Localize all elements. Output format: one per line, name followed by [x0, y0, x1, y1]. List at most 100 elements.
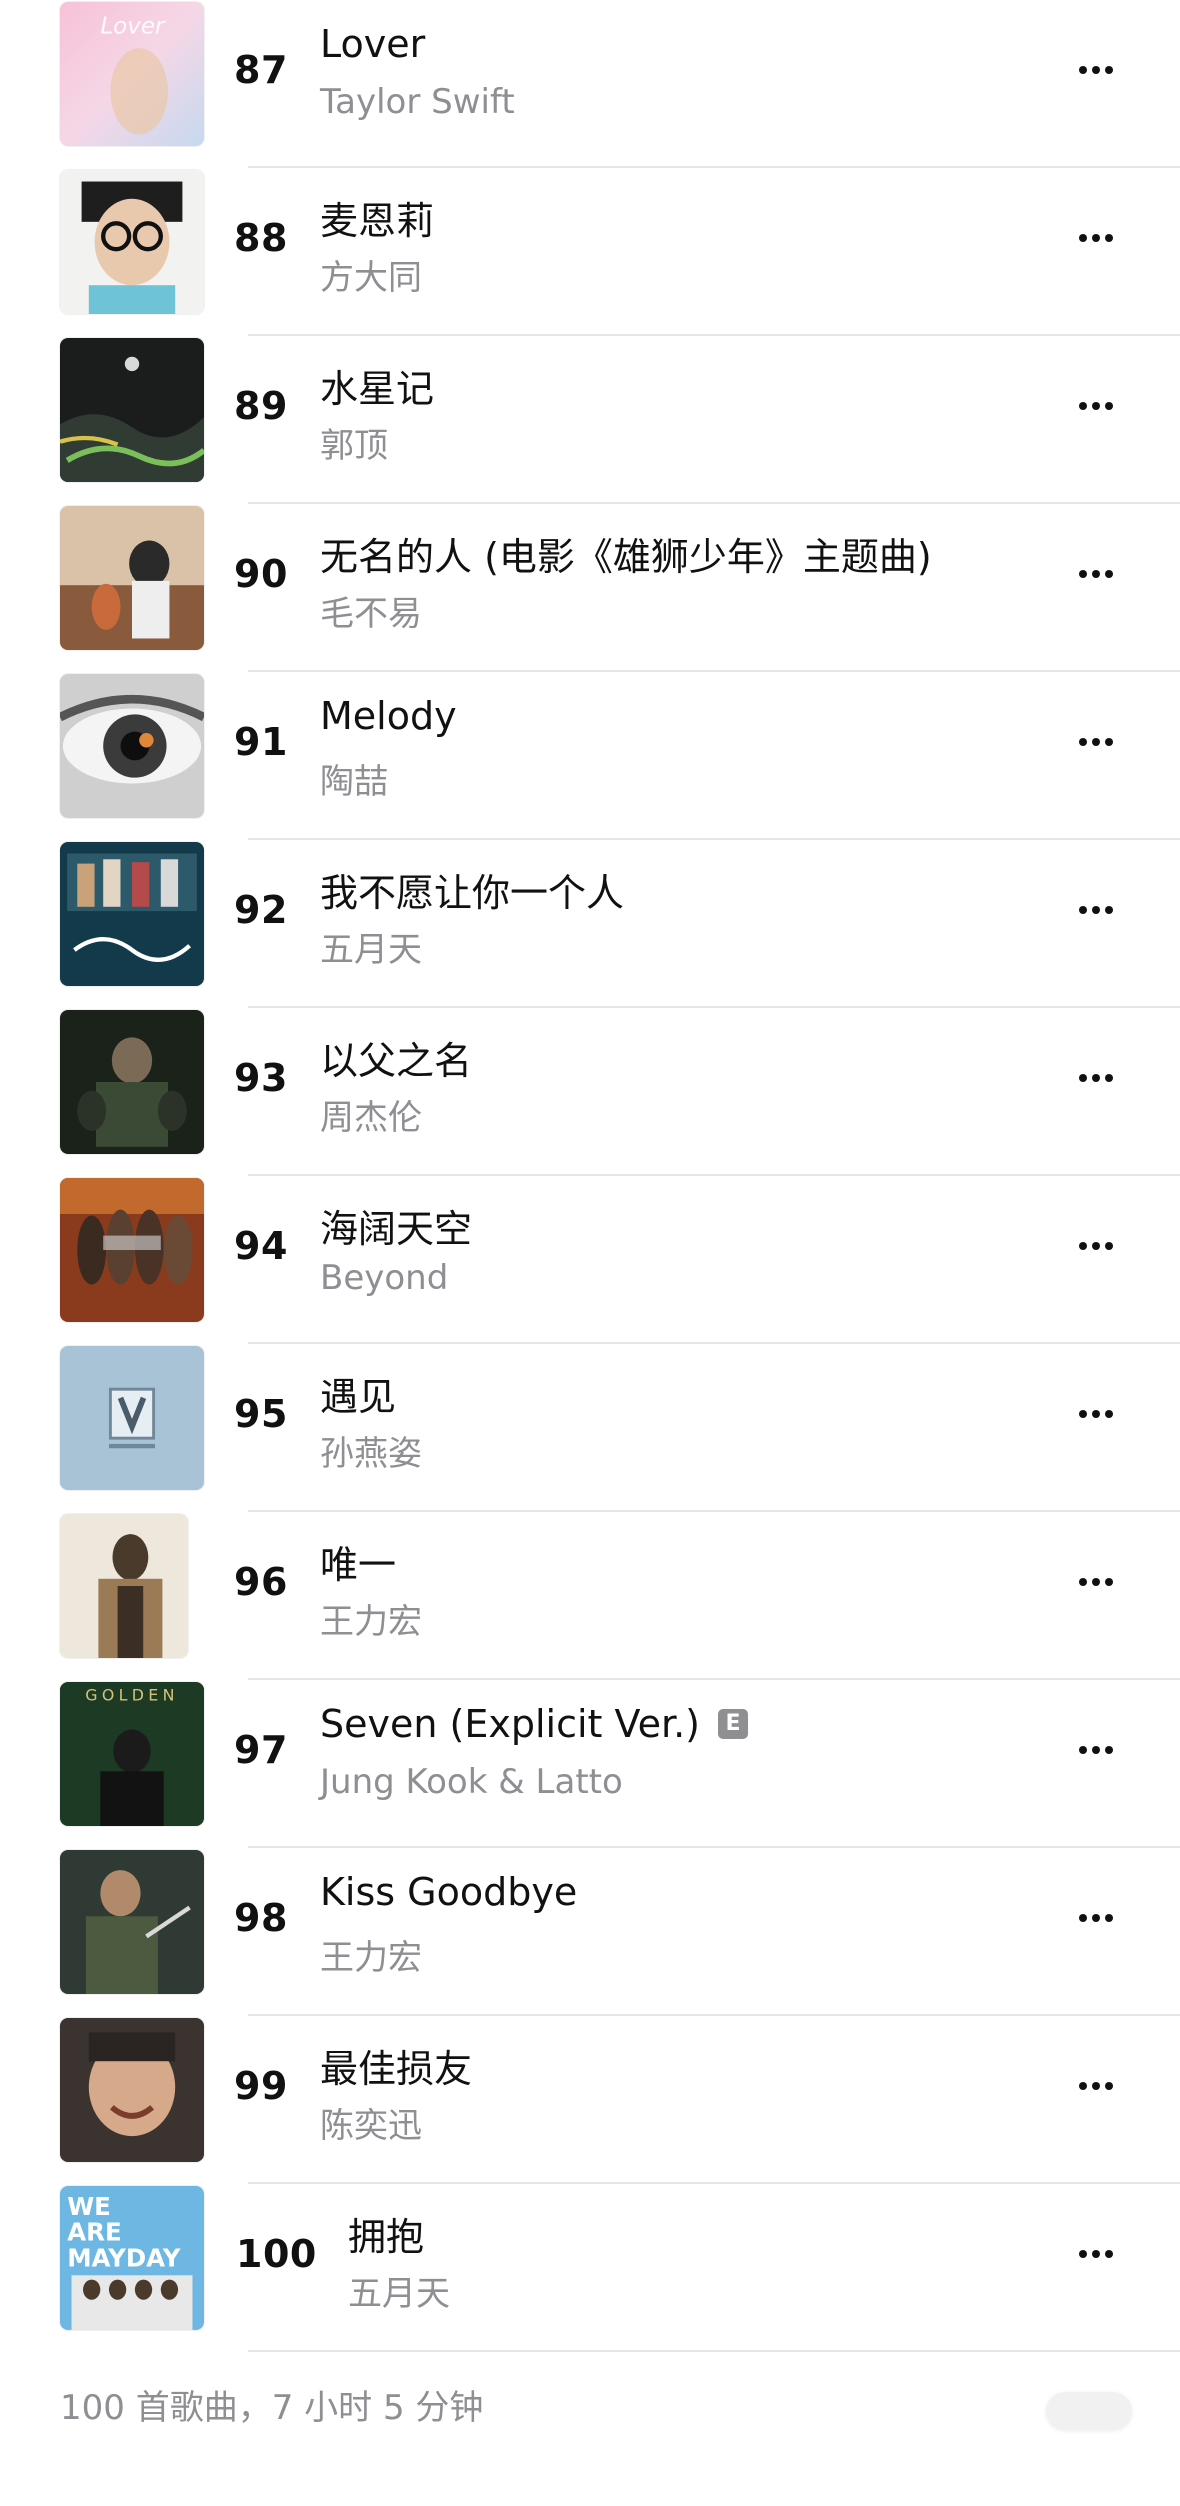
- more-options-button[interactable]: [1068, 378, 1124, 434]
- song-title[interactable]: 我不愿让你一个人: [320, 862, 624, 917]
- song-title-text: 以父之名: [320, 1039, 473, 1083]
- playlist-summary: 100 首歌曲，7 小时 5 分钟: [60, 2388, 484, 2428]
- song-row-99[interactable]: 99 最佳损友 陈奕迅: [0, 2016, 1180, 2184]
- song-row-96[interactable]: 96 唯一 王力宏: [0, 1512, 1180, 1680]
- song-artist[interactable]: 王力宏: [320, 1930, 422, 1979]
- song-title[interactable]: 遇见: [320, 1366, 396, 1421]
- rank-number: 94: [234, 1224, 288, 1268]
- song-artist[interactable]: 陶喆: [320, 754, 388, 803]
- song-row-88[interactable]: 88 麦恩莉 方大同: [0, 168, 1180, 336]
- album-art-we-are-mayday: WE ARE MAYDAY: [60, 2186, 204, 2330]
- song-list: Lover 87 Lover Taylor Swift 88 麦恩莉 方大同 8…: [0, 0, 1180, 2352]
- song-title-text: 麦恩莉: [320, 199, 435, 243]
- song-row-98[interactable]: 98 Kiss Goodbye 王力宏: [0, 1848, 1180, 2016]
- more-options-button[interactable]: [1068, 2226, 1124, 2282]
- rank-number: 100: [236, 2232, 317, 2276]
- album-art-zui-jia-sun-you: [60, 2018, 204, 2162]
- rank-number: 90: [234, 552, 288, 596]
- album-art-wu-ming-de-ren: [60, 506, 204, 650]
- svg-text:ARE: ARE: [67, 2218, 122, 2247]
- row-divider: [248, 2350, 1180, 2352]
- more-options-button[interactable]: [1068, 1722, 1124, 1778]
- ellipsis-icon: [1079, 234, 1087, 242]
- album-art-lover: Lover: [60, 2, 204, 146]
- more-options-button[interactable]: [1068, 1890, 1124, 1946]
- song-title[interactable]: 无名的人 (电影《雄狮少年》主题曲): [320, 526, 932, 581]
- song-title[interactable]: 麦恩莉: [320, 190, 434, 245]
- song-title[interactable]: Lover: [320, 22, 425, 66]
- ellipsis-icon: [1079, 1914, 1087, 1922]
- svg-text:Lover: Lover: [100, 14, 166, 40]
- more-options-button[interactable]: [1068, 2058, 1124, 2114]
- ellipsis-icon: [1079, 66, 1087, 74]
- song-row-90[interactable]: 90 无名的人 (电影《雄狮少年》主题曲) 毛不易: [0, 504, 1180, 672]
- song-title[interactable]: Kiss Goodbye: [320, 1870, 577, 1914]
- song-row-94[interactable]: 94 海阔天空 Beyond: [0, 1176, 1180, 1344]
- rank-number: 87: [234, 48, 288, 92]
- song-row-95[interactable]: 95 遇见 孙燕姿: [0, 1344, 1180, 1512]
- song-row-100[interactable]: WE ARE MAYDAY 100 拥抱 五月天: [0, 2184, 1180, 2352]
- song-title[interactable]: 唯一: [320, 1534, 396, 1589]
- more-options-button[interactable]: [1068, 1050, 1124, 1106]
- song-title[interactable]: Seven (Explicit Ver.) E: [320, 1702, 748, 1746]
- song-row-89[interactable]: 89 水星记 郭顶: [0, 336, 1180, 504]
- song-title-text: 海阔天空: [320, 1207, 473, 1251]
- rank-number: 95: [234, 1392, 288, 1436]
- ellipsis-icon: [1079, 738, 1087, 746]
- rank-number: 96: [234, 1560, 288, 1604]
- album-art-yu-jian: [60, 1346, 204, 1490]
- song-artist[interactable]: Jung Kook & Latto: [320, 1762, 623, 1802]
- song-artist[interactable]: 毛不易: [320, 586, 422, 635]
- song-title-text: 水星记: [320, 367, 435, 411]
- ellipsis-icon: [1079, 2250, 1087, 2258]
- ellipsis-icon: [1079, 1410, 1087, 1418]
- more-options-button[interactable]: [1068, 210, 1124, 266]
- more-options-button[interactable]: [1068, 1218, 1124, 1274]
- song-artist[interactable]: Beyond: [320, 1258, 448, 1298]
- song-title-text: Kiss Goodbye: [320, 1870, 578, 1914]
- song-title[interactable]: 最佳损友: [320, 2038, 472, 2093]
- more-options-button[interactable]: [1068, 1386, 1124, 1442]
- song-title-text: 拥抱: [348, 2215, 425, 2259]
- song-artist[interactable]: 方大同: [320, 250, 422, 299]
- song-row-92[interactable]: 92 我不愿让你一个人 五月天: [0, 840, 1180, 1008]
- song-title[interactable]: 水星记: [320, 358, 434, 413]
- album-art-kiss-goodbye: [60, 1850, 204, 1994]
- rank-number: 98: [234, 1896, 288, 1940]
- song-artist[interactable]: 周杰伦: [320, 1090, 422, 1139]
- song-title-text: 我不愿让你一个人: [320, 871, 625, 915]
- more-options-button[interactable]: [1068, 714, 1124, 770]
- song-artist[interactable]: 王力宏: [320, 1594, 422, 1643]
- song-artist[interactable]: Taylor Swift: [320, 82, 515, 122]
- ellipsis-icon: [1079, 570, 1087, 578]
- rank-number: 88: [234, 216, 288, 260]
- svg-text:MAYDAY: MAYDAY: [67, 2244, 181, 2273]
- more-options-button[interactable]: [1068, 42, 1124, 98]
- song-title-text: 唯一: [320, 1543, 397, 1587]
- rank-number: 91: [234, 720, 288, 764]
- more-options-button[interactable]: [1068, 1554, 1124, 1610]
- song-artist[interactable]: 郭顶: [320, 418, 388, 467]
- song-row-93[interactable]: 93 以父之名 周杰伦: [0, 1008, 1180, 1176]
- ellipsis-icon: [1079, 1746, 1087, 1754]
- song-artist[interactable]: 孙燕姿: [320, 1426, 422, 1475]
- song-title[interactable]: Melody: [320, 694, 457, 738]
- album-art-mai-en-li: [60, 170, 204, 314]
- song-title-text: 遇见: [320, 1375, 397, 1419]
- more-options-button[interactable]: [1068, 882, 1124, 938]
- song-artist[interactable]: 陈奕迅: [320, 2098, 422, 2147]
- song-artist[interactable]: 五月天: [320, 922, 422, 971]
- more-options-button[interactable]: [1068, 546, 1124, 602]
- song-artist[interactable]: 五月天: [348, 2266, 450, 2315]
- ellipsis-icon: [1079, 2082, 1087, 2090]
- song-row-97[interactable]: GOLDEN 97 Seven (Explicit Ver.) E Jung K…: [0, 1680, 1180, 1848]
- song-title[interactable]: 以父之名: [320, 1030, 472, 1085]
- song-title[interactable]: 海阔天空: [320, 1198, 472, 1253]
- rank-number: 89: [234, 384, 288, 428]
- explicit-badge-icon: E: [717, 1709, 748, 1739]
- song-title[interactable]: 拥抱: [348, 2206, 424, 2261]
- song-title-text: Seven (Explicit Ver.): [320, 1702, 700, 1746]
- song-row-91[interactable]: 91 Melody 陶喆: [0, 672, 1180, 840]
- song-title-text: 无名的人 (电影《雄狮少年》主题曲): [320, 535, 932, 579]
- song-row-87[interactable]: Lover 87 Lover Taylor Swift: [0, 0, 1180, 168]
